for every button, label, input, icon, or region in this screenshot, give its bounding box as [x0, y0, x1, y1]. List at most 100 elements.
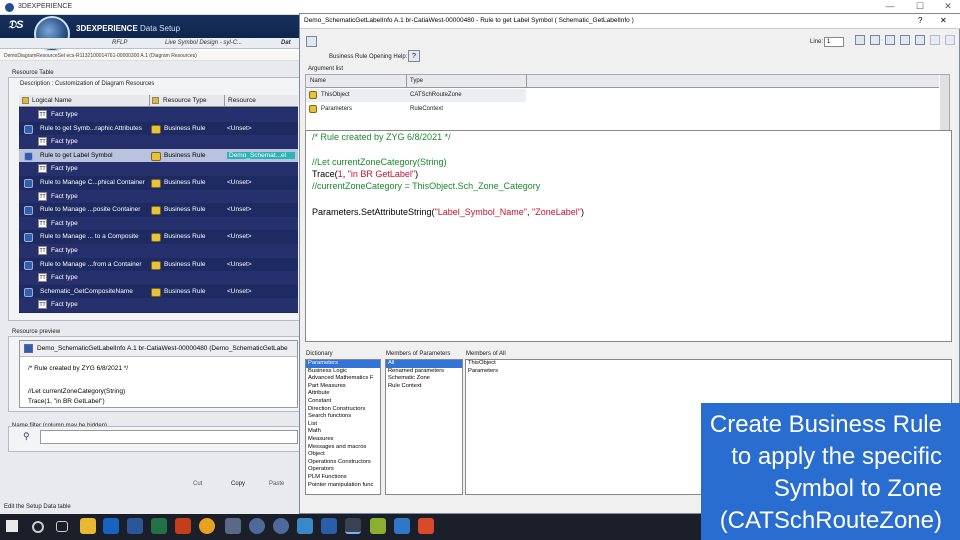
table-row[interactable]: TT Fact type: [19, 189, 298, 204]
3dexperience-icon[interactable]: [273, 518, 289, 534]
validate-tool-icon[interactable]: [915, 35, 925, 45]
list-item[interactable]: Pointer manipulation func: [306, 482, 380, 490]
snagit-icon[interactable]: [394, 518, 410, 534]
search-tool-icon[interactable]: [855, 35, 865, 45]
arg-row[interactable]: Parameters RuleContext: [306, 103, 526, 116]
excel-icon[interactable]: [151, 518, 167, 534]
file-explorer-icon[interactable]: [80, 518, 96, 534]
3dexperience-icon[interactable]: [249, 518, 265, 534]
powerpoint-icon[interactable]: [175, 518, 191, 534]
table-row[interactable]: TT Fact type: [19, 135, 298, 149]
list-item[interactable]: Object: [306, 451, 380, 459]
col-resource[interactable]: Resource: [228, 97, 256, 104]
goto-tool-icon[interactable]: [900, 35, 910, 45]
tab-rflp[interactable]: RFLP: [112, 40, 127, 46]
app-icon[interactable]: [225, 518, 241, 534]
members-params-label: Members of Parameters: [386, 351, 451, 357]
list-item[interactable]: PLM Functions: [306, 474, 380, 482]
list-item[interactable]: Operators: [306, 466, 380, 474]
start-icon[interactable]: [6, 520, 18, 532]
list-item[interactable]: Measures: [306, 436, 380, 444]
list-item[interactable]: Parameters: [466, 368, 951, 376]
document-tool-icon[interactable]: [885, 35, 895, 45]
table-row[interactable]: TT Fact type: [19, 271, 298, 285]
dialog-close-button[interactable]: ✕: [940, 16, 947, 25]
list-item[interactable]: Direction Constructors: [306, 406, 380, 414]
line-number-input[interactable]: 1: [824, 37, 844, 47]
list-item[interactable]: Rule Context: [386, 383, 462, 391]
list-item[interactable]: All: [386, 360, 462, 368]
active-app-icon[interactable]: [345, 518, 361, 534]
lock-icon: [152, 97, 159, 104]
arg-row[interactable]: ThisObject CATSchRouteZone: [306, 89, 526, 102]
table-row[interactable]: Rule to Manage ... to a Composite Busines…: [19, 230, 298, 244]
help-icon[interactable]: ?: [408, 50, 420, 62]
filter-tool-icon[interactable]: [870, 35, 880, 45]
redo-tool-icon[interactable]: [945, 35, 955, 45]
search-icon[interactable]: [32, 521, 44, 533]
row-resource[interactable]: <Unset>: [227, 206, 295, 213]
row-resource[interactable]: <Unset>: [227, 125, 295, 132]
table-row[interactable]: Schematic_GetCompositeName Business Rule <…: [19, 284, 298, 299]
list-item[interactable]: Business Logic: [306, 368, 380, 376]
list-item[interactable]: Part Measures: [306, 383, 380, 391]
recorder-icon[interactable]: [418, 518, 434, 534]
notepad-icon[interactable]: [370, 518, 386, 534]
close-window-button[interactable]: ✕: [938, 1, 958, 12]
table-row[interactable]: Rule to Manage C...phical Container Busin…: [19, 176, 298, 190]
table-row[interactable]: TT Fact type: [19, 244, 298, 258]
list-item[interactable]: Math: [306, 428, 380, 436]
list-item[interactable]: Search functions: [306, 413, 380, 421]
app-icon[interactable]: [297, 518, 313, 534]
outlook-icon[interactable]: [103, 518, 119, 534]
rule-code-editor[interactable]: /* Rule created by ZYG 6/8/2021 */ //Let…: [305, 130, 952, 342]
row-resource[interactable]: Demo_Schemat...el: [227, 151, 295, 159]
members-of-parameters-list[interactable]: All Renamed parameters Schematic Zone Rule …: [385, 359, 463, 495]
tab-data[interactable]: Dat: [281, 40, 291, 46]
table-row[interactable]: Rule to get Label Symbol Business Rule Dem…: [19, 148, 298, 163]
table-row[interactable]: Rule to Manage ...posite Container Busine…: [19, 203, 298, 217]
table-row[interactable]: TT Fact type: [19, 162, 298, 176]
rule-icon: [24, 151, 33, 161]
resource-table[interactable]: Logical Name Resource Type Resource TT Fa…: [19, 95, 298, 313]
copy-button[interactable]: Copy: [231, 481, 245, 487]
name-filter-input[interactable]: [40, 430, 298, 444]
dialog-help-button[interactable]: ?: [918, 16, 922, 25]
list-item[interactable]: Parameters: [306, 360, 380, 368]
chrome-icon[interactable]: [199, 518, 215, 534]
tab-live-symbol-design[interactable]: Live Symbol Design - syl-C...: [165, 40, 242, 46]
preview-line-4: Trace(1, "in BR GetLabel"): [28, 398, 105, 405]
list-item[interactable]: List: [306, 421, 380, 429]
arg-scrollbar[interactable]: [940, 75, 949, 135]
rule-settings-icon[interactable]: [306, 36, 317, 47]
row-resource[interactable]: <Unset>: [227, 233, 295, 240]
row-resource[interactable]: <Unset>: [227, 179, 295, 186]
list-item[interactable]: Messages and macros: [306, 444, 380, 452]
dictionary-list[interactable]: Parameters Business Logic Advanced Mathema…: [305, 359, 381, 495]
task-view-icon[interactable]: [56, 521, 68, 532]
maximize-button[interactable]: ☐: [910, 1, 930, 12]
word-icon[interactable]: [127, 518, 143, 534]
app-icon[interactable]: [321, 518, 337, 534]
table-row[interactable]: TT Fact type: [19, 216, 298, 231]
paste-button[interactable]: Paste: [269, 481, 284, 487]
list-item[interactable]: Renamed parameters: [386, 368, 462, 376]
row-resource[interactable]: <Unset>: [227, 261, 295, 268]
undo-tool-icon[interactable]: [930, 35, 940, 45]
list-item[interactable]: Operations Constructors: [306, 459, 380, 467]
col-resource-type[interactable]: Resource Type: [163, 97, 207, 104]
minimize-button[interactable]: —: [880, 1, 900, 11]
table-row[interactable]: Rule to get Symb...raphic Attributes Busi…: [19, 121, 298, 136]
list-item[interactable]: Attribute: [306, 390, 380, 398]
cut-button[interactable]: Cut: [193, 481, 202, 487]
table-row[interactable]: TT Fact type: [19, 298, 298, 312]
list-item[interactable]: Advanced Mathematics F: [306, 375, 380, 383]
list-item[interactable]: Schematic Zone: [386, 375, 462, 383]
list-item[interactable]: ThisObject: [466, 360, 951, 368]
binoculars-icon[interactable]: ⚲: [23, 431, 33, 441]
col-logical-name[interactable]: Logical Name: [32, 97, 72, 104]
table-row[interactable]: Rule to Manage ...from a Container Busine…: [19, 257, 298, 272]
list-item[interactable]: Constant: [306, 398, 380, 406]
row-resource[interactable]: <Unset>: [227, 288, 295, 295]
table-row[interactable]: TT Fact type: [19, 108, 298, 122]
